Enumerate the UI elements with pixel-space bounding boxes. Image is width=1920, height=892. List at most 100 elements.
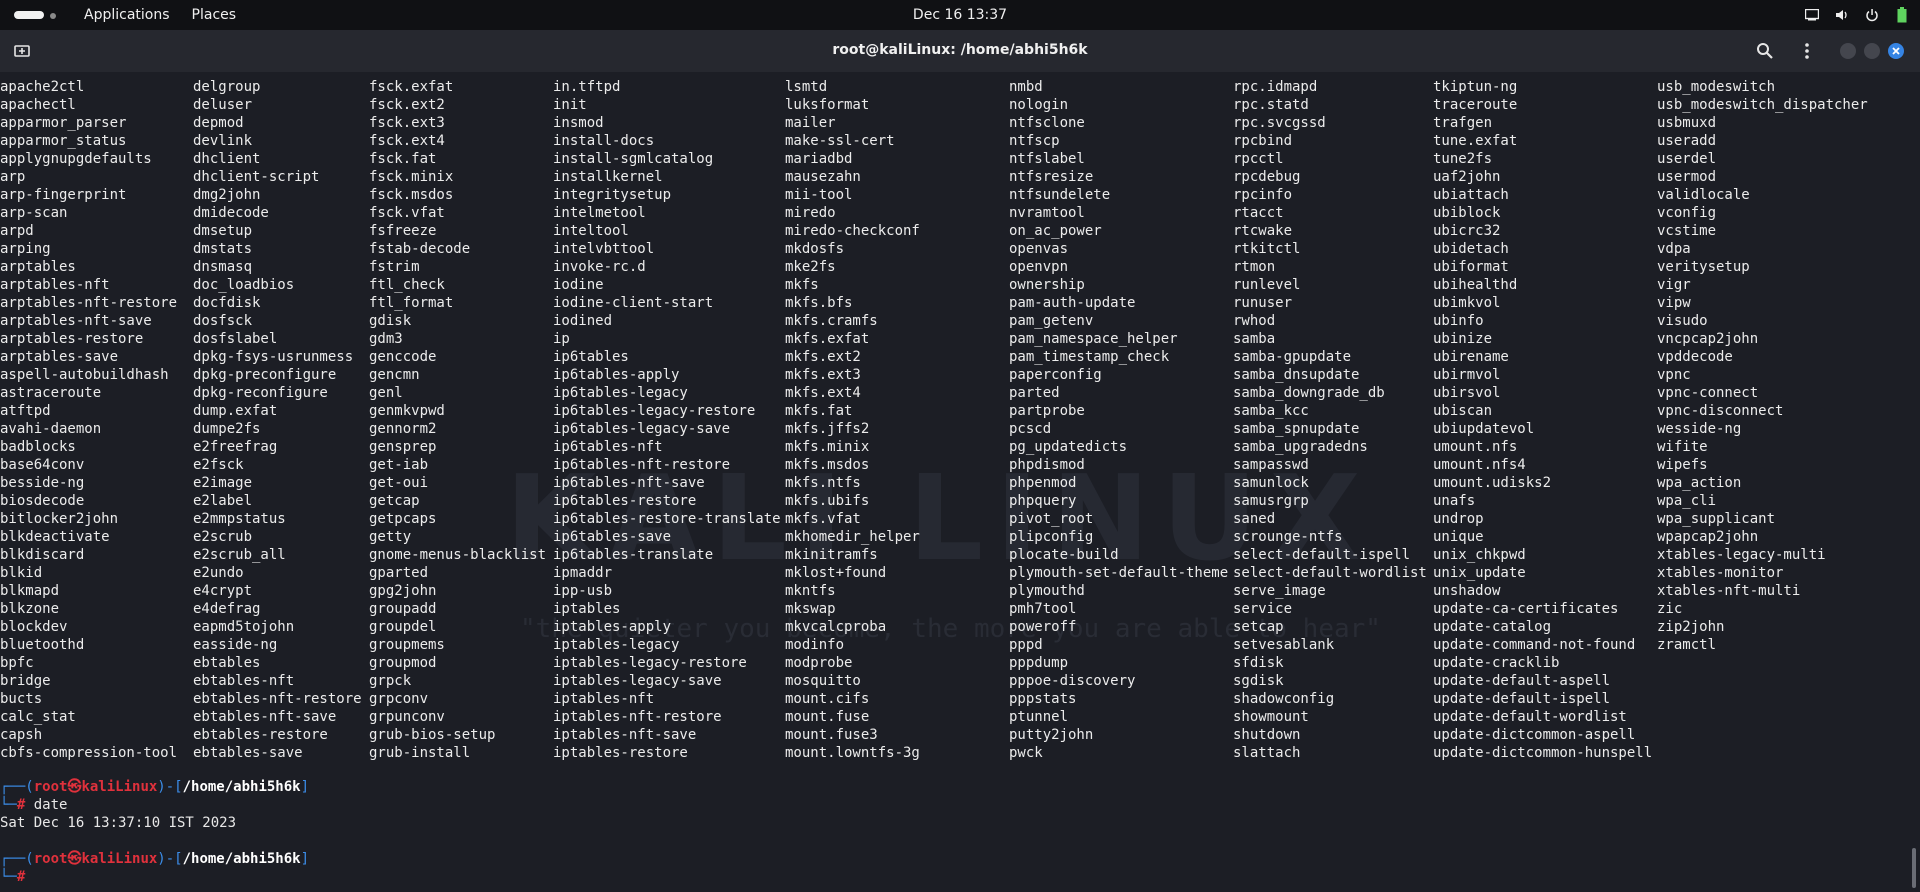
close-icon[interactable] xyxy=(1888,43,1904,59)
listing-entry: visudo xyxy=(1657,313,1708,329)
listing-entry: dmg2john xyxy=(193,187,261,203)
terminal-body[interactable]: KALI LINUX "the quieter you become, the … xyxy=(0,72,1920,892)
listing-entry: unafs xyxy=(1433,493,1476,509)
listing-entry: bitlocker2john xyxy=(0,511,119,527)
listing-column: nmbd nologin ntfsclone ntfscp ntfslabel ntfsr… xyxy=(1009,78,1228,762)
listing-entry: pcscd xyxy=(1009,421,1052,437)
new-tab-icon[interactable] xyxy=(12,41,32,61)
listing-entry: ubihealthd xyxy=(1433,277,1518,293)
menu-icon[interactable] xyxy=(1797,41,1817,61)
prompt-line: ┌──(root㉿kaliLinux)-[/home/abhi5h6k] xyxy=(0,779,310,795)
listing-entry: wpa_supplicant xyxy=(1657,511,1776,527)
power-icon[interactable] xyxy=(1864,7,1880,23)
listing-entry: lsmtd xyxy=(785,79,828,95)
listing-entry: update-command-not-found xyxy=(1433,637,1636,653)
volume-icon[interactable] xyxy=(1834,7,1850,23)
listing-entry: ntfscp xyxy=(1009,133,1060,149)
listing-entry: getty xyxy=(369,529,412,545)
listing-entry: groupmems xyxy=(369,637,445,653)
terminal-header: root@kaliLinux: /home/abhi5h6k xyxy=(0,30,1920,73)
listing-entry: groupadd xyxy=(369,601,437,617)
listing-entry: zic xyxy=(1657,601,1683,617)
scrollbar[interactable] xyxy=(1912,848,1916,888)
listing-entry: intelmetool xyxy=(553,205,646,221)
listing-entry: arptables-nft xyxy=(0,277,110,293)
listing-entry: easside-ng xyxy=(193,637,278,653)
window-title: root@kaliLinux: /home/abhi5h6k xyxy=(832,42,1088,58)
listing-entry: gdm3 xyxy=(369,331,403,347)
listing-entry: dosfslabel xyxy=(193,331,278,347)
listing-entry: showmount xyxy=(1233,709,1309,725)
listing-entry: ubiblock xyxy=(1433,205,1501,221)
listing-entry: ip6tables-nft xyxy=(553,439,663,455)
listing-entry: plipconfig xyxy=(1009,529,1094,545)
listing-entry: doc_loadbios xyxy=(193,277,295,293)
listing-entry: iptables-legacy-restore xyxy=(553,655,747,671)
listing-entry: plocate-build xyxy=(1009,547,1119,563)
listing-entry: xtables-legacy-multi xyxy=(1657,547,1826,563)
listing-entry: invoke-rc.d xyxy=(553,259,646,275)
listing-entry: fsck.ext4 xyxy=(369,133,445,149)
listing-entry: arptables-save xyxy=(0,349,119,365)
listing-entry: ubicrc32 xyxy=(1433,223,1501,239)
battery-icon[interactable] xyxy=(1894,7,1910,23)
listing-entry: pppoe-discovery xyxy=(1009,673,1136,689)
listing-entry: gdisk xyxy=(369,313,412,329)
listing-entry: ppp­stats xyxy=(1009,691,1077,707)
listing-entry: dumpe2fs xyxy=(193,421,261,437)
listing-column: rpc.idmapd rpc.statd rpc.svcgssd rpcbind rpc… xyxy=(1233,78,1427,762)
command-text: date xyxy=(25,797,68,813)
listing-entry: genl xyxy=(369,385,403,401)
listing-entry: nologin xyxy=(1009,97,1069,113)
listing-entry: gpg2john xyxy=(369,583,437,599)
listing-entry: rpcinfo xyxy=(1233,187,1293,203)
activities-button[interactable] xyxy=(0,0,62,30)
applications-menu[interactable]: Applications xyxy=(84,7,170,23)
clock[interactable]: Dec 16 13:37 xyxy=(913,7,1007,23)
listing-entry: atftpd xyxy=(0,403,51,419)
listing-entry: rtmon xyxy=(1233,259,1276,275)
listing-entry: sampasswd xyxy=(1233,457,1309,473)
listing-entry: rtkitctl xyxy=(1233,241,1301,257)
listing-entry: ubidetach xyxy=(1433,241,1509,257)
listing-entry: e2image xyxy=(193,475,253,491)
listing-entry: update-dictcommon-aspell xyxy=(1433,727,1636,743)
listing-entry: deluser xyxy=(193,97,253,113)
listing-entry: e2scrub_all xyxy=(193,547,286,563)
minimize-icon[interactable] xyxy=(1840,43,1856,59)
input-line[interactable]: └─# xyxy=(0,868,25,886)
listing-entry: poweroff xyxy=(1009,619,1077,635)
listing-entry: phpdismod xyxy=(1009,457,1085,473)
listing-entry: runlevel xyxy=(1233,277,1301,293)
listing-entry: unshadow xyxy=(1433,583,1501,599)
listing-entry: userdel xyxy=(1657,151,1717,167)
listing-entry: uaf2john xyxy=(1433,169,1501,185)
listing-entry: xtables-monitor xyxy=(1657,565,1784,581)
system-tray[interactable] xyxy=(1804,0,1910,30)
listing-entry: eapmd5tojohn xyxy=(193,619,295,635)
listing-entry: ftl_check xyxy=(369,277,445,293)
listing-entry: blockdev xyxy=(0,619,68,635)
listing-entry: ip6tables-translate xyxy=(553,547,714,563)
listing-column: lsmtd luksformat mailer make-ssl-cert mariad… xyxy=(785,78,920,762)
listing-entry: bpfc xyxy=(0,655,34,671)
listing-entry: shadowconfig xyxy=(1233,691,1335,707)
listing-entry: umount.udisks2 xyxy=(1433,475,1552,491)
listing-entry: ip6tables-restore-translate xyxy=(553,511,781,527)
listing-entry: ip6tables-nft-save xyxy=(553,475,705,491)
listing-entry: plymouth-set-default-theme xyxy=(1009,565,1229,581)
listing-entry: ip6tables-restore xyxy=(553,493,697,509)
listing-entry: arptables xyxy=(0,259,76,275)
display-icon[interactable] xyxy=(1804,7,1820,23)
listing-entry: setvesablank xyxy=(1233,637,1335,653)
places-menu[interactable]: Places xyxy=(192,7,237,23)
maximize-icon[interactable] xyxy=(1864,43,1880,59)
listing-entry: usbmuxd xyxy=(1657,115,1717,131)
search-icon[interactable] xyxy=(1755,41,1775,61)
listing-entry: aspell-autobuildhash xyxy=(0,367,169,383)
listing-entry: unix_chkpwd xyxy=(1433,547,1526,563)
listing-entry: fsck.minix xyxy=(369,169,454,185)
listing-entry: vpddecode xyxy=(1657,349,1733,365)
listing-entry: cbfs-compression-tool xyxy=(0,745,178,761)
listing-entry: umount.nfs xyxy=(1433,439,1518,455)
